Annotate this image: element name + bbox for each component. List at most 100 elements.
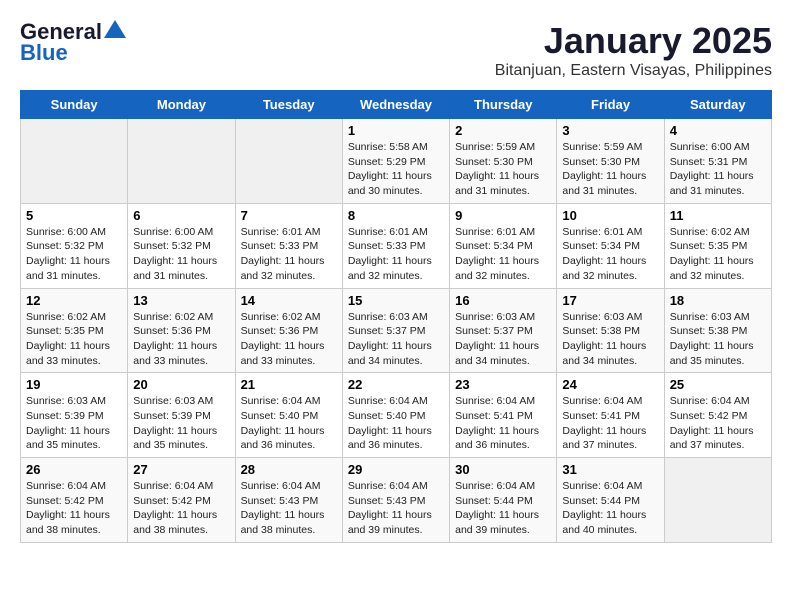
calendar-cell: 26Sunrise: 6:04 AM Sunset: 5:42 PM Dayli… — [21, 458, 128, 543]
calendar-cell: 17 Sunrise: 6:03 AM Sunset: 5:38 PM Dayli… — [557, 288, 664, 373]
day-info: Sunrise: 6:03 AM Sunset: 5:37 PM Dayligh… — [348, 310, 444, 369]
day-info: Sunrise: 6:00 AM Sunset: 5:31 PM Dayligh… — [670, 140, 766, 199]
day-number: 3 — [562, 123, 658, 138]
weekday-header-row: SundayMondayTuesdayWednesdayThursdayFrid… — [21, 91, 772, 119]
calendar-cell: 29 Sunrise: 6:04 AM Sunset: 5:43 PM Dayli… — [342, 458, 449, 543]
calendar-week-5: 26 Sunrise: 6:04 AM Sunset: 5:42 PM Dayli… — [21, 458, 772, 543]
day-info: Sunrise: 6:01 AM Sunset: 5:33 PM Dayligh… — [241, 225, 337, 284]
calendar-cell: 3 Sunrise: 5:59 AM Sunset: 5:30 PM Daylig… — [557, 119, 664, 204]
day-info: Sunrise: 6:01 AM Sunset: 5:34 PM Dayligh… — [562, 225, 658, 284]
calendar-week-2: 5Sunrise: 6:00 AM Sunset: 5:32 PM Daylig… — [21, 203, 772, 288]
day-info: Sunrise: 6:01 AM Sunset: 5:34 PM Dayligh… — [455, 225, 551, 284]
calendar-cell: 15 Sunrise: 6:03 AM Sunset: 5:37 PM Dayli… — [342, 288, 449, 373]
day-info: Sunrise: 5:59 AM Sunset: 5:30 PM Dayligh… — [455, 140, 551, 199]
day-number: 21 — [241, 377, 337, 392]
day-number: 6 — [133, 208, 229, 223]
calendar-cell: 11 Sunrise: 6:02 AM Sunset: 5:35 PM Dayli… — [664, 203, 771, 288]
weekday-header-sunday: Sunday — [21, 91, 128, 119]
day-number: 14 — [241, 293, 337, 308]
day-number: 25 — [670, 377, 766, 392]
day-number: 2 — [455, 123, 551, 138]
main-title: January 2025 — [495, 20, 772, 62]
calendar-cell: 10 Sunrise: 6:01 AM Sunset: 5:34 PM Dayli… — [557, 203, 664, 288]
day-info: Sunrise: 6:04 AM Sunset: 5:44 PM Dayligh… — [562, 479, 658, 538]
calendar-cell — [21, 119, 128, 204]
day-number: 22 — [348, 377, 444, 392]
day-info: Sunrise: 6:04 AM Sunset: 5:42 PM Dayligh… — [670, 394, 766, 453]
day-info: Sunrise: 6:04 AM Sunset: 5:44 PM Dayligh… — [455, 479, 551, 538]
weekday-header-wednesday: Wednesday — [342, 91, 449, 119]
day-number: 27 — [133, 462, 229, 477]
subtitle: Bitanjuan, Eastern Visayas, Philippines — [495, 62, 772, 80]
day-number: 28 — [241, 462, 337, 477]
calendar-cell: 12Sunrise: 6:02 AM Sunset: 5:35 PM Dayli… — [21, 288, 128, 373]
calendar-cell — [664, 458, 771, 543]
day-number: 12 — [26, 293, 122, 308]
day-info: Sunrise: 6:04 AM Sunset: 5:43 PM Dayligh… — [241, 479, 337, 538]
day-info: Sunrise: 6:03 AM Sunset: 5:37 PM Dayligh… — [455, 310, 551, 369]
calendar-cell: 19 Sunrise: 6:03 AM Sunset: 5:39 PM Dayli… — [21, 373, 128, 458]
day-info: Sunrise: 6:04 AM Sunset: 5:42 PM Dayligh… — [133, 479, 229, 538]
weekday-header-monday: Monday — [128, 91, 235, 119]
title-area: January 2025 Bitanjuan, Eastern Visayas,… — [495, 20, 772, 80]
calendar-cell: 6 Sunrise: 6:00 AM Sunset: 5:32 PM Daylig… — [128, 203, 235, 288]
calendar-week-3: 12Sunrise: 6:02 AM Sunset: 5:35 PM Dayli… — [21, 288, 772, 373]
day-info: Sunrise: 6:03 AM Sunset: 5:38 PM Dayligh… — [562, 310, 658, 369]
day-number: 4 — [670, 123, 766, 138]
calendar-cell: 13Sunrise: 6:02 AM Sunset: 5:36 PM Dayli… — [128, 288, 235, 373]
calendar-cell: 25 Sunrise: 6:04 AM Sunset: 5:42 PM Dayli… — [664, 373, 771, 458]
day-info: Sunrise: 6:04 AM Sunset: 5:43 PM Dayligh… — [348, 479, 444, 538]
day-info: Sunrise: 6:04 AM Sunset: 5:41 PM Dayligh… — [562, 394, 658, 453]
day-number: 10 — [562, 208, 658, 223]
calendar-cell: 20 Sunrise: 6:03 AM Sunset: 5:39 PM Dayli… — [128, 373, 235, 458]
calendar-cell: 2 Sunrise: 5:59 AM Sunset: 5:30 PM Daylig… — [450, 119, 557, 204]
day-number: 24 — [562, 377, 658, 392]
calendar-week-4: 19 Sunrise: 6:03 AM Sunset: 5:39 PM Dayli… — [21, 373, 772, 458]
calendar-cell: 4 Sunrise: 6:00 AM Sunset: 5:31 PM Daylig… — [664, 119, 771, 204]
day-number: 11 — [670, 208, 766, 223]
calendar-cell — [128, 119, 235, 204]
calendar-cell: 14 Sunrise: 6:02 AM Sunset: 5:36 PM Dayli… — [235, 288, 342, 373]
day-number: 17 — [562, 293, 658, 308]
header: General Blue January 2025 Bitanjuan, Eas… — [20, 20, 772, 80]
day-info: Sunrise: 6:00 AM Sunset: 5:32 PM Dayligh… — [26, 225, 122, 284]
logo-icon — [104, 20, 126, 38]
calendar-cell: 30 Sunrise: 6:04 AM Sunset: 5:44 PM Dayli… — [450, 458, 557, 543]
day-info: Sunrise: 5:58 AM Sunset: 5:29 PM Dayligh… — [348, 140, 444, 199]
calendar-cell: 31 Sunrise: 6:04 AM Sunset: 5:44 PM Dayli… — [557, 458, 664, 543]
day-info: Sunrise: 6:01 AM Sunset: 5:33 PM Dayligh… — [348, 225, 444, 284]
day-number: 20 — [133, 377, 229, 392]
calendar-cell: 24 Sunrise: 6:04 AM Sunset: 5:41 PM Dayli… — [557, 373, 664, 458]
calendar-cell: 27 Sunrise: 6:04 AM Sunset: 5:42 PM Dayli… — [128, 458, 235, 543]
calendar-table: SundayMondayTuesdayWednesdayThursdayFrid… — [20, 90, 772, 543]
day-info: Sunrise: 6:00 AM Sunset: 5:32 PM Dayligh… — [133, 225, 229, 284]
day-number: 31 — [562, 462, 658, 477]
calendar-cell: 1 Sunrise: 5:58 AM Sunset: 5:29 PM Daylig… — [342, 119, 449, 204]
calendar-cell: 18Sunrise: 6:03 AM Sunset: 5:38 PM Dayli… — [664, 288, 771, 373]
day-info: Sunrise: 5:59 AM Sunset: 5:30 PM Dayligh… — [562, 140, 658, 199]
day-number: 29 — [348, 462, 444, 477]
day-number: 15 — [348, 293, 444, 308]
day-info: Sunrise: 6:02 AM Sunset: 5:36 PM Dayligh… — [241, 310, 337, 369]
logo-blue: Blue — [20, 40, 68, 66]
logo: General Blue — [20, 20, 126, 66]
calendar-cell: 9 Sunrise: 6:01 AM Sunset: 5:34 PM Daylig… — [450, 203, 557, 288]
day-number: 26 — [26, 462, 122, 477]
calendar-cell: 7 Sunrise: 6:01 AM Sunset: 5:33 PM Daylig… — [235, 203, 342, 288]
day-info: Sunrise: 6:03 AM Sunset: 5:39 PM Dayligh… — [133, 394, 229, 453]
calendar-cell: 16Sunrise: 6:03 AM Sunset: 5:37 PM Dayli… — [450, 288, 557, 373]
day-info: Sunrise: 6:02 AM Sunset: 5:36 PM Dayligh… — [133, 310, 229, 369]
day-number: 9 — [455, 208, 551, 223]
day-info: Sunrise: 6:02 AM Sunset: 5:35 PM Dayligh… — [670, 225, 766, 284]
day-number: 30 — [455, 462, 551, 477]
day-info: Sunrise: 6:03 AM Sunset: 5:39 PM Dayligh… — [26, 394, 122, 453]
day-number: 19 — [26, 377, 122, 392]
day-number: 8 — [348, 208, 444, 223]
day-number: 1 — [348, 123, 444, 138]
weekday-header-saturday: Saturday — [664, 91, 771, 119]
weekday-header-thursday: Thursday — [450, 91, 557, 119]
day-info: Sunrise: 6:04 AM Sunset: 5:40 PM Dayligh… — [241, 394, 337, 453]
calendar-week-1: 1 Sunrise: 5:58 AM Sunset: 5:29 PM Daylig… — [21, 119, 772, 204]
day-info: Sunrise: 6:04 AM Sunset: 5:41 PM Dayligh… — [455, 394, 551, 453]
day-number: 7 — [241, 208, 337, 223]
